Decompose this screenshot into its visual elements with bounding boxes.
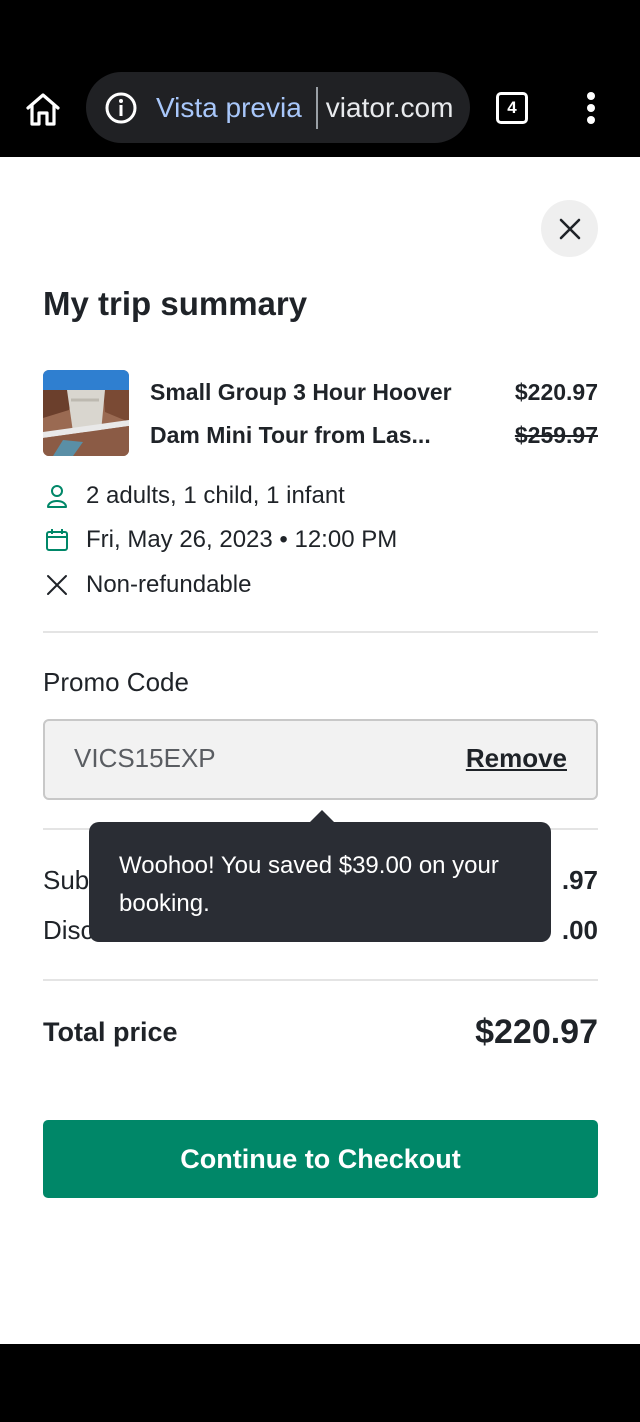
home-icon[interactable] (20, 86, 66, 132)
date-row: Fri, May 26, 2023 • 12:00 PM (43, 522, 397, 558)
continue-to-checkout-button[interactable]: Continue to Checkout (43, 1120, 598, 1198)
divider (43, 631, 598, 633)
travelers-row: 2 adults, 1 child, 1 infant (43, 478, 345, 514)
page-title: My trip summary (43, 285, 308, 322)
tab-count: 4 (507, 98, 517, 117)
refund-text: Non-refundable (86, 571, 252, 598)
x-icon (43, 571, 71, 599)
calendar-icon (43, 526, 71, 554)
date-text: Fri, May 26, 2023 • 12:00 PM (86, 526, 398, 553)
info-icon[interactable] (104, 91, 138, 125)
divider (43, 979, 598, 981)
promo-code-label: Promo Code (43, 667, 189, 697)
discount-value: .00 (561, 915, 598, 945)
original-price: $259.97 (514, 422, 598, 448)
address-bar[interactable]: Vista previa viator.com (86, 72, 470, 143)
promo-savings-tooltip: Woohoo! You saved $39.00 on your booking… (89, 822, 551, 942)
subtotal-label: Sub (43, 865, 90, 895)
tabs-icon[interactable]: 4 (496, 92, 528, 124)
travelers-text: 2 adults, 1 child, 1 infant (86, 482, 345, 509)
refund-row: Non-refundable (43, 567, 251, 603)
promo-code-field[interactable]: VICS15EXP Remove (43, 719, 598, 800)
close-icon (559, 218, 580, 239)
subtotal-value: .97 (561, 865, 598, 895)
total-price-label: Total price (43, 1017, 178, 1047)
system-nav-bar (0, 1344, 640, 1422)
remove-promo-button[interactable]: Remove (466, 743, 567, 774)
url-divider (315, 86, 318, 129)
trip-summary-sheet: My trip summary Small Group 3 Hour Hoove… (0, 157, 640, 1344)
more-vert-icon[interactable] (576, 88, 606, 128)
product-thumbnail[interactable] (43, 370, 129, 456)
browser-toolbar: Vista previa viator.com 4 (0, 0, 640, 157)
url-text[interactable]: viator.com (326, 92, 454, 124)
person-icon (43, 482, 71, 510)
product-name[interactable]: Small Group 3 Hour Hoover Dam Mini Tour … (150, 371, 480, 457)
close-button[interactable] (541, 200, 598, 257)
current-price: $220.97 (514, 379, 598, 405)
promo-code-value: VICS15EXP (74, 743, 216, 773)
preview-label: Vista previa (156, 91, 302, 123)
discount-label: Disc (43, 915, 94, 945)
total-price-value: $220.97 (475, 1013, 598, 1051)
